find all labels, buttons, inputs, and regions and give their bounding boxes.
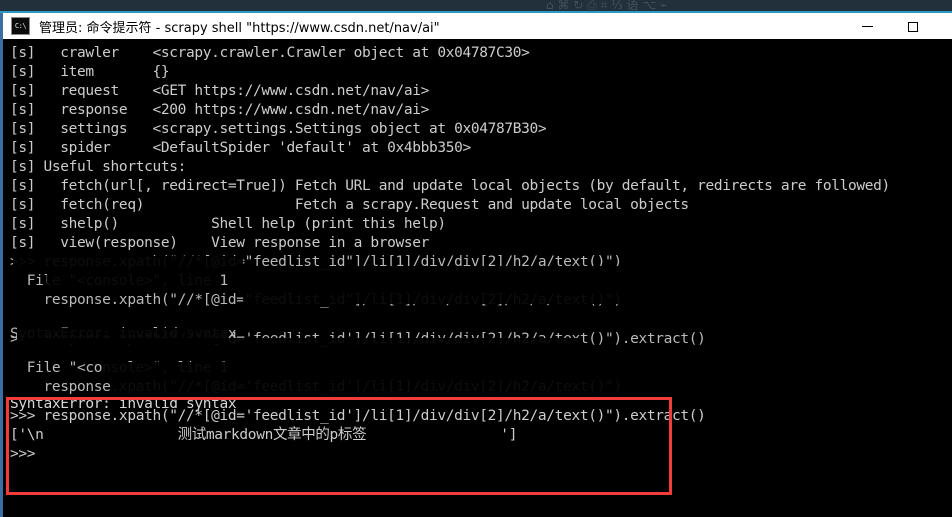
result-text: 测试markdown文章中的p标签	[177, 427, 367, 443]
desktop-background: ⌂ ⌘ ↻ ⎙ ⌗ ⅓ 语 ⌥ ⌁ C:\ 管理员: 命令提示符 - scrap…	[0, 0, 952, 517]
maximize-button[interactable]	[890, 13, 936, 40]
highlighted-result-line: ['\n 测试markdown文章中的p标签 ']	[10, 426, 517, 445]
window-controls[interactable]: ×	[844, 13, 952, 40]
console-line: [s] crawler <scrapy.crawler.Crawler obje…	[10, 45, 530, 61]
result-suffix: ']	[366, 427, 518, 443]
maximize-icon	[908, 21, 918, 32]
scanline-artifact	[103, 362, 463, 380]
scanline-artifact	[243, 286, 623, 304]
window-titlebar[interactable]: C:\ 管理员: 命令提示符 - scrapy shell "https://w…	[3, 13, 952, 40]
minimize-button[interactable]	[844, 13, 890, 40]
console-line: [s] item {}	[10, 64, 170, 80]
console-line: [s] settings <scrapy.settings.Settings o…	[10, 121, 547, 137]
scanline-artifact	[47, 274, 217, 290]
close-button[interactable]: ×	[936, 13, 952, 40]
background-window-strip: ⌂ ⌘ ↻ ⎙ ⌗ ⅓ 语 ⌥ ⌁	[0, 0, 952, 11]
scanline-artifact	[13, 256, 243, 272]
scanline-artifact	[63, 308, 623, 326]
console-line: [s] response <200 https://www.csdn.net/n…	[10, 102, 429, 118]
background-window-strip-text: ⌂ ⌘ ↻ ⎙ ⌗ ⅓ 语 ⌥ ⌁	[546, 0, 668, 11]
console-icon: C:\	[11, 17, 30, 35]
highlighted-command-line: >>> response.xpath("//*[@id='feedlist_id…	[10, 408, 706, 424]
console-line: [s] view(response) View response in a br…	[10, 235, 429, 251]
trailing-prompt: >>>	[10, 446, 36, 462]
console-line: [s] fetch(req) Fetch a scrapy.Request an…	[10, 197, 689, 213]
console-line: [s] fetch(url[, redirect=True]) Fetch UR…	[10, 178, 890, 194]
result-prefix: ['\n	[10, 427, 178, 443]
console-line: [s] Useful shortcuts:	[10, 159, 186, 175]
scanline-artifact	[303, 266, 723, 278]
scanline-artifact	[23, 338, 583, 356]
console-line: [s] spider <DefaultSpider 'default' at 0…	[10, 140, 471, 156]
console-output-area[interactable]: [s] crawler <scrapy.crawler.Crawler obje…	[3, 40, 952, 517]
console-line: [s] request <GET https://www.csdn.net/na…	[10, 83, 429, 99]
command-prompt-window[interactable]: C:\ 管理员: 命令提示符 - scrapy shell "https://w…	[0, 13, 952, 517]
minimize-icon	[861, 26, 873, 27]
window-title: 管理员: 命令提示符 - scrapy shell "https://www.c…	[39, 20, 440, 36]
console-line: [s] shelp() Shell help (print this help)	[10, 216, 446, 232]
